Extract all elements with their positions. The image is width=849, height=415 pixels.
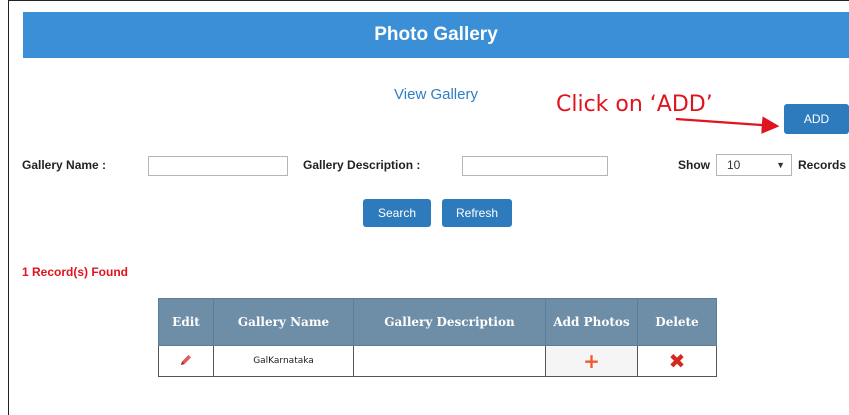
show-label: Show — [678, 158, 710, 172]
records-per-page-select[interactable]: 10 ▼ — [716, 154, 792, 176]
records-found-text: 1 Record(s) Found — [22, 265, 129, 279]
gallery-name-cell: GalKarnataka — [213, 345, 354, 377]
col-delete: Delete — [637, 298, 717, 346]
cross-icon[interactable]: ✖ — [669, 349, 686, 373]
add-button[interactable]: ADD — [784, 104, 849, 134]
gallery-name-input[interactable] — [148, 156, 288, 176]
delete-cell: ✖ — [637, 345, 717, 377]
table-row: GalKarnataka + ✖ — [158, 345, 717, 377]
chevron-down-icon: ▼ — [776, 160, 785, 170]
records-label: Records — [798, 158, 847, 172]
col-gallery-description: Gallery Description — [353, 298, 546, 346]
edit-cell — [158, 345, 214, 377]
search-button[interactable]: Search — [363, 199, 431, 227]
refresh-button[interactable]: Refresh — [442, 199, 512, 227]
records-per-page-value: 10 — [727, 158, 741, 172]
col-add-photos: Add Photos — [545, 298, 638, 346]
gallery-description-input[interactable] — [462, 156, 608, 176]
table-header-row: Edit Gallery Name Gallery Description Ad… — [158, 298, 717, 346]
gallery-table: Edit Gallery Name Gallery Description Ad… — [158, 298, 717, 377]
pencil-icon[interactable] — [179, 354, 193, 370]
col-edit: Edit — [158, 298, 214, 346]
col-gallery-name: Gallery Name — [213, 298, 354, 346]
gallery-name-label: Gallery Name : — [22, 158, 107, 172]
gallery-description-label: Gallery Description : — [303, 158, 421, 172]
gallery-description-cell — [353, 345, 546, 377]
plus-icon[interactable]: + — [583, 349, 600, 373]
add-photos-cell: + — [545, 345, 638, 377]
